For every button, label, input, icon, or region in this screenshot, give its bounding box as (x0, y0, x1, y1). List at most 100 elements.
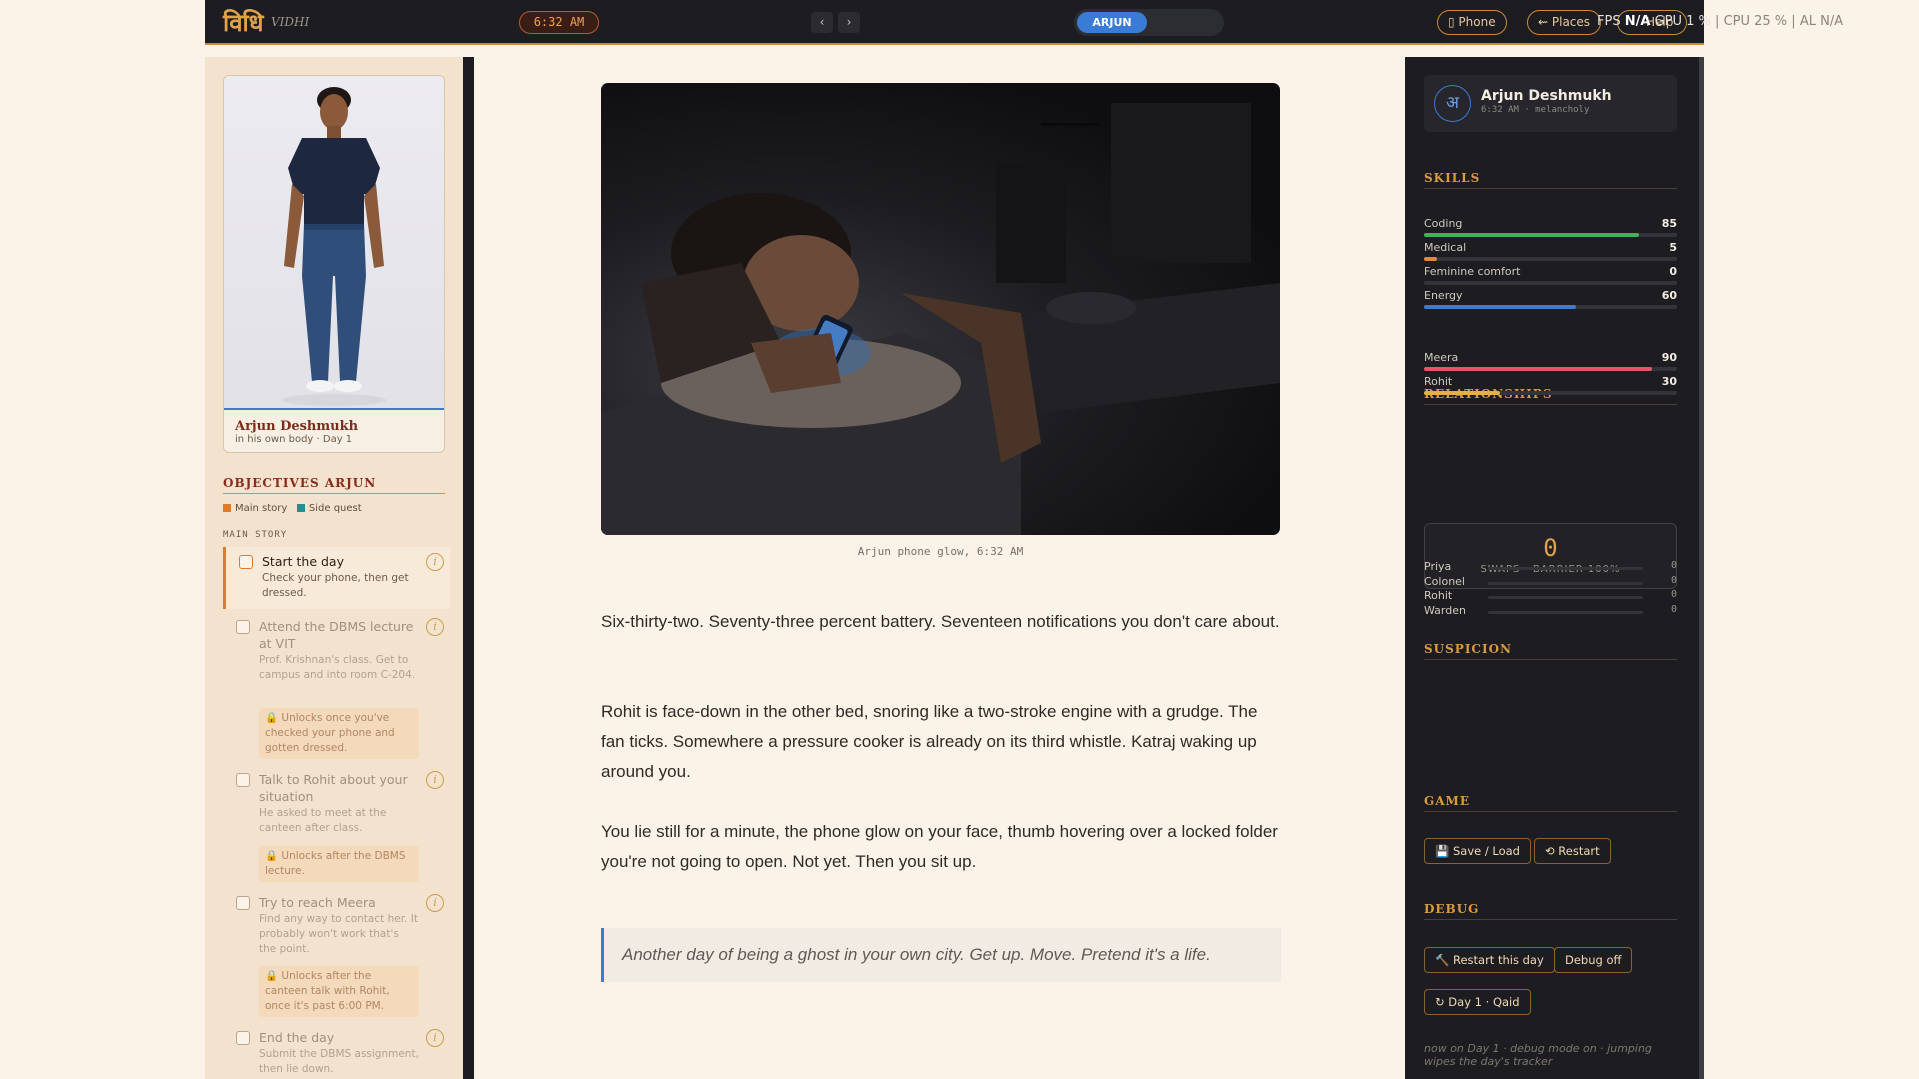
performance-overlay: FPS N/A GPU 1 % | CPU 25 % | AL N/A (1597, 14, 1843, 29)
prev-button[interactable]: ‹ (811, 12, 833, 33)
info-icon[interactable]: i (426, 771, 444, 789)
objective-item[interactable]: Start the day Check your phone, then get… (223, 547, 450, 609)
phone-button[interactable]: ▯ Phone (1437, 10, 1507, 35)
objective-item[interactable]: End the day Submit the DBMS assignment, … (223, 1023, 450, 1079)
profile-name: Arjun Deshmukh (1481, 88, 1612, 104)
objective-description: Find any way to contact her. It probably… (259, 913, 418, 955)
skill-bar-fill (1424, 305, 1576, 309)
objective-item[interactable]: Talk to Rohit about your situation He as… (223, 765, 450, 885)
skill-bar (1424, 233, 1677, 237)
skill-bar-fill (1424, 233, 1640, 237)
body-toggle[interactable]: ARJUN (1074, 9, 1224, 36)
relationship-label: Meera (1424, 351, 1459, 364)
game-logo-subtitle: VIDHI (271, 15, 310, 29)
phone-icon: ▯ (1448, 15, 1459, 29)
debug-toggle-button[interactable]: Debug off (1554, 947, 1633, 973)
next-button[interactable]: › (838, 12, 860, 33)
scene-artwork (601, 103, 1280, 535)
save-load-button[interactable]: 💾 Save / Load (1424, 838, 1531, 864)
day-select-button[interactable]: ↻ Day 1 · Qaid (1424, 989, 1531, 1015)
places-button-label: Places (1551, 15, 1591, 29)
skill-row: Feminine comfort 0 (1424, 265, 1677, 287)
game-title: GAME (1424, 794, 1677, 812)
relationship-bar-fill (1424, 367, 1652, 371)
skill-row: Energy 60 (1424, 289, 1677, 311)
body-toggle-arjun[interactable]: ARJUN (1077, 12, 1147, 33)
character-portrait (224, 76, 444, 410)
right-scrollbar[interactable] (1699, 57, 1704, 1079)
story-paragraph: Six-thirty-two. Seventy-three percent ba… (601, 612, 1280, 631)
skills-title: SKILLS (1424, 171, 1677, 189)
misc-readout: AL N/A (1799, 14, 1844, 29)
legend-main-label: Main story (235, 503, 288, 514)
skill-value: 5 (1669, 241, 1677, 254)
objective-checkbox[interactable] (236, 773, 250, 787)
restart-day-button[interactable]: 🔨 Restart this day (1424, 947, 1555, 973)
relationship-bar-fill (1424, 391, 1500, 395)
suspicion-row: Warden 0 (1424, 604, 1677, 620)
character-card: Arjun Deshmukh in his own body · Day 1 (223, 75, 445, 453)
info-icon[interactable]: i (426, 1029, 444, 1047)
skill-label: Coding (1424, 217, 1463, 230)
game-logo: विधि (223, 8, 264, 37)
objective-checkbox[interactable] (239, 555, 253, 569)
objective-description: Submit the DBMS assignment, then lie dow… (259, 1048, 419, 1075)
relationship-row: Rohit 30 (1424, 375, 1677, 397)
objective-description: Check your phone, then get dressed. (262, 572, 409, 599)
objective-checkbox[interactable] (236, 1031, 250, 1045)
main-story-swatch (223, 504, 231, 512)
objective-item[interactable]: Attend the DBMS lecture at VIT Prof. Kri… (223, 612, 450, 762)
skill-value: 60 (1661, 289, 1677, 302)
story-paragraph: Rohit is face-down in the other bed, sno… (601, 702, 1258, 781)
gpu-readout: GPU 1 % (1654, 14, 1711, 29)
skill-bar (1424, 281, 1677, 285)
objective-description: Prof. Krishnan's class. Get to campus an… (259, 654, 416, 681)
suspicion-value: 0 (1670, 603, 1677, 615)
stats-panel: अ Arjun Deshmukh 6:32 AM · melancholy SK… (1405, 57, 1699, 1079)
character-subtitle: in his own body · Day 1 (235, 434, 353, 445)
suspicion-bar (1488, 567, 1643, 570)
relationship-value: 30 (1661, 375, 1677, 388)
legend-side-label: Side quest (308, 503, 362, 514)
info-icon[interactable]: i (426, 618, 444, 636)
suspicion-label: Colonel (1424, 574, 1465, 588)
skill-bar-fill (1424, 257, 1437, 261)
cpu-readout: CPU 25 % (1723, 14, 1788, 29)
avatar: अ (1434, 85, 1471, 122)
suspicion-bar (1488, 610, 1643, 614)
info-icon[interactable]: i (426, 553, 444, 571)
fps-value: N/A (1624, 14, 1651, 29)
suspicion-value: 0 (1670, 560, 1677, 571)
story-panel: Arjun phone glow, 6:32 AM Six-thirty-two… (474, 57, 1405, 1079)
profile-card: अ Arjun Deshmukh 6:32 AM · melancholy (1424, 75, 1677, 132)
objective-item[interactable]: Try to reach Meera Find any way to conta… (223, 888, 450, 1020)
suspicion-label: Rohit (1424, 589, 1453, 602)
left-scrollbar[interactable] (463, 57, 474, 1079)
objectives-title: OBJECTIVES ARJUN (223, 476, 445, 494)
debug-title: DEBUG (1424, 902, 1677, 920)
restart-button[interactable]: ⟲ Restart (1534, 838, 1611, 864)
suspicion-title: SUSPICION (1424, 642, 1677, 660)
objectives-legend: Main story Side quest (223, 503, 362, 514)
places-button[interactable]: ⇜ Places (1527, 10, 1602, 35)
objective-lock-note: 🔒 Unlocks after the DBMS lecture. (259, 846, 419, 882)
scene-illustration (601, 83, 1280, 535)
objective-checkbox[interactable] (236, 620, 250, 634)
objective-checkbox[interactable] (236, 896, 250, 910)
suspicion-bar (1488, 581, 1643, 585)
character-figure (282, 87, 386, 406)
objective-title: End the day (259, 1030, 335, 1045)
objective-title: Start the day (262, 554, 344, 569)
objective-description: He asked to meet at the canteen after cl… (259, 807, 387, 834)
main-story-section-label: MAIN STORY (223, 530, 288, 540)
skill-row: Coding 85 (1424, 217, 1677, 239)
map-pin-icon: ⇜ (1538, 15, 1552, 29)
skill-label: Medical (1424, 241, 1467, 254)
relationship-bar (1424, 391, 1677, 395)
relationship-label: Rohit (1424, 375, 1453, 388)
suspicion-value: 0 (1670, 574, 1677, 586)
game-clock: 6:32 AM (519, 11, 599, 34)
objectives-panel: Arjun Deshmukh in his own body · Day 1 O… (205, 57, 463, 1079)
perf-separator: | (1791, 14, 1796, 29)
info-icon[interactable]: i (426, 894, 444, 912)
